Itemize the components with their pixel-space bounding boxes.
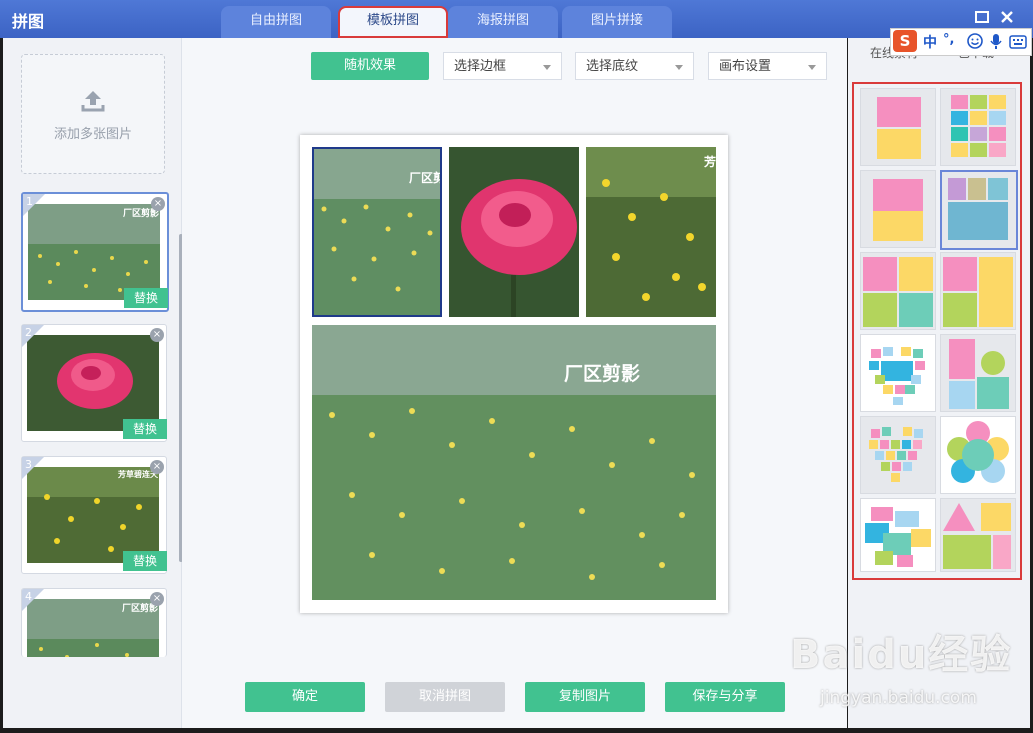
template-item[interactable]: [940, 252, 1016, 330]
add-images-button[interactable]: 添加多张图片: [21, 54, 165, 174]
rose-image: [27, 335, 159, 431]
baidu-watermark-url: jingyan.baidu.com: [820, 688, 977, 708]
tab-poster-collage[interactable]: 海报拼图: [448, 6, 558, 38]
tab-template-collage[interactable]: 模板拼图: [338, 6, 448, 38]
remove-icon[interactable]: ×: [150, 328, 164, 342]
save-share-button[interactable]: 保存与分享: [665, 682, 785, 712]
image-watermark: 芳: [704, 155, 716, 169]
left-panel: 添加多张图片 厂区剪影 1 × 替换 2 × 替换 芳草碧连天 3 × 替换 厂…: [3, 38, 183, 728]
thumbnail-number: 2: [25, 326, 32, 339]
remove-icon[interactable]: ×: [150, 592, 164, 606]
upload-icon: [22, 89, 164, 117]
chevron-down-icon: [675, 65, 683, 70]
remove-icon[interactable]: ×: [150, 460, 164, 474]
keyboard-icon[interactable]: [1009, 34, 1027, 53]
rose-image: [449, 147, 579, 317]
ime-punctuation[interactable]: °,: [943, 32, 954, 47]
add-images-label: 添加多张图片: [53, 127, 132, 142]
collage-canvas: 厂区剪 芳 厂区剪影: [300, 135, 728, 613]
thumbnail-3[interactable]: 芳草碧连天 3 × 替换: [21, 456, 167, 574]
template-item[interactable]: [860, 88, 936, 166]
title-bar: 拼图 自由拼图 模板拼图 海报拼图 图片拼接: [0, 0, 1033, 38]
yellow-flowers-image: [586, 147, 716, 317]
image-watermark: 厂区剪: [409, 171, 442, 185]
template-item[interactable]: [860, 498, 936, 572]
replace-button[interactable]: 替换: [123, 551, 167, 571]
template-item-selected[interactable]: [940, 170, 1018, 250]
editor-area: 随机效果 选择边框 选择底纹 画布设置 厂区剪 芳 厂区剪影 确定 取消拼图 复…: [182, 38, 847, 728]
close-icon[interactable]: [1000, 9, 1014, 28]
remove-icon[interactable]: ×: [151, 197, 165, 211]
texture-select[interactable]: 选择底纹: [575, 52, 694, 80]
template-grid: [852, 82, 1022, 580]
canvas-settings-select[interactable]: 画布设置: [708, 52, 827, 80]
collage-cell-1[interactable]: 厂区剪: [312, 147, 442, 317]
thumbnail-number: 1: [26, 195, 33, 208]
template-item[interactable]: [940, 416, 1016, 494]
template-item[interactable]: [860, 252, 936, 330]
thumbnail-1[interactable]: 厂区剪影 1 × 替换: [21, 192, 169, 312]
template-item[interactable]: [860, 334, 936, 412]
template-item[interactable]: [940, 88, 1016, 166]
maximize-icon[interactable]: [975, 9, 989, 28]
thumbnail-2[interactable]: 2 × 替换: [21, 324, 167, 442]
template-item[interactable]: [940, 498, 1016, 572]
chevron-down-icon: [808, 65, 816, 70]
ime-language[interactable]: 中: [923, 32, 937, 52]
collage-cell-2[interactable]: [449, 147, 579, 317]
image-watermark: 厂区剪影: [564, 363, 641, 385]
ime-toolbar: S 中 °,: [890, 28, 1032, 56]
baidu-watermark: Baidu经验: [790, 632, 1013, 678]
cancel-collage-button[interactable]: 取消拼图: [385, 682, 505, 712]
ime-logo[interactable]: S: [893, 30, 917, 52]
copy-image-button[interactable]: 复制图片: [525, 682, 645, 712]
chevron-down-icon: [543, 65, 551, 70]
app-title: 拼图: [12, 12, 45, 31]
collage-cell-4[interactable]: 厂区剪影: [312, 325, 716, 600]
yellow-flowers-image: [27, 467, 159, 563]
meadow-image: [312, 325, 716, 600]
border-select[interactable]: 选择边框: [443, 52, 562, 80]
thumbnail-number: 4: [25, 590, 32, 603]
replace-button[interactable]: 替换: [124, 288, 168, 308]
emoji-icon[interactable]: [967, 33, 983, 53]
collage-cell-3[interactable]: 芳: [586, 147, 716, 317]
ok-button[interactable]: 确定: [245, 682, 365, 712]
thumbnail-4[interactable]: 厂区剪影 4 ×: [21, 588, 167, 657]
random-effect-button[interactable]: 随机效果: [311, 52, 429, 80]
template-item[interactable]: [860, 416, 936, 494]
template-item[interactable]: [860, 170, 936, 248]
tab-image-stitch[interactable]: 图片拼接: [562, 6, 672, 38]
template-item[interactable]: [940, 334, 1016, 412]
replace-button[interactable]: 替换: [123, 419, 167, 439]
microphone-icon[interactable]: [989, 33, 1003, 54]
thumbnail-number: 3: [25, 458, 32, 471]
